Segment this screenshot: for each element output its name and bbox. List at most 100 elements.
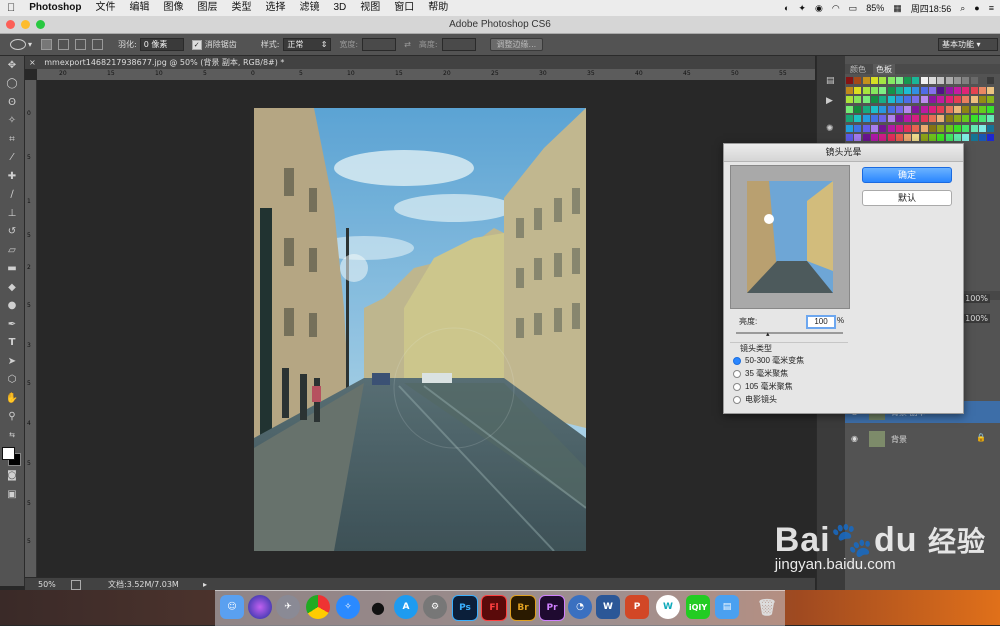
- color-swatch[interactable]: [912, 77, 920, 84]
- radio-icon[interactable]: [733, 382, 741, 391]
- color-swatch[interactable]: [970, 115, 978, 122]
- color-swatch[interactable]: [879, 105, 887, 113]
- radio-selected-icon[interactable]: [733, 356, 741, 365]
- new-selection-icon[interactable]: [41, 39, 53, 50]
- brightness-slider[interactable]: [736, 332, 843, 334]
- color-swatch[interactable]: [895, 115, 903, 122]
- intersect-selection-icon[interactable]: [92, 39, 104, 50]
- flare-preview[interactable]: +: [730, 165, 850, 309]
- color-swatch[interactable]: [846, 86, 853, 94]
- battery-icon[interactable]: ▭: [849, 3, 858, 14]
- flag-icon[interactable]: ▦: [893, 3, 902, 14]
- launchpad-icon[interactable]: ✈: [276, 595, 300, 619]
- menu-type[interactable]: 类型: [224, 0, 258, 16]
- color-swatch[interactable]: [879, 86, 887, 94]
- color-swatch[interactable]: [870, 77, 878, 84]
- color-swatch[interactable]: [904, 77, 912, 84]
- color-swatch[interactable]: [912, 134, 920, 141]
- color-swatch[interactable]: [978, 105, 986, 113]
- flare-center-crosshair-icon[interactable]: +: [767, 213, 772, 222]
- color-swatch[interactable]: [945, 105, 953, 113]
- color-swatch[interactable]: [912, 96, 920, 103]
- trash-icon[interactable]: 🗑: [755, 595, 779, 619]
- color-swatch[interactable]: [962, 77, 970, 84]
- wifi-icon[interactable]: ◠: [832, 3, 840, 14]
- menu-image[interactable]: 图像: [156, 0, 190, 16]
- color-swatch[interactable]: [937, 96, 945, 103]
- color-swatch[interactable]: [887, 134, 895, 141]
- color-swatch[interactable]: [879, 77, 887, 84]
- color-swatch[interactable]: [937, 86, 945, 94]
- zoom-window-icon[interactable]: [36, 20, 45, 29]
- word-icon[interactable]: W: [596, 595, 620, 619]
- color-swatch[interactable]: [920, 96, 928, 103]
- color-swatch[interactable]: [920, 124, 928, 132]
- vertical-ruler[interactable]: 0 5 1 5 2 5 3 5 4 5 5 5: [25, 80, 37, 577]
- lens-option-movie[interactable]: 电影镜头: [733, 394, 777, 405]
- dropdown-arrow-icon[interactable]: ▾: [28, 40, 32, 49]
- eraser-tool-icon[interactable]: ▱: [0, 241, 24, 260]
- color-swatch[interactable]: [953, 134, 961, 141]
- radio-icon[interactable]: [733, 395, 741, 404]
- color-swatch[interactable]: [945, 86, 953, 94]
- export-icon[interactable]: [71, 580, 81, 590]
- color-swatch[interactable]: [945, 134, 953, 141]
- ellipse-marquee-tool-icon[interactable]: ◯: [0, 75, 24, 94]
- color-swatch[interactable]: [862, 115, 870, 122]
- history-brush-tool-icon[interactable]: ↺: [0, 223, 24, 242]
- actions-play-icon[interactable]: ▶: [826, 96, 833, 106]
- move-tool-icon[interactable]: ✥: [0, 56, 24, 75]
- ok-button[interactable]: 确定: [862, 167, 952, 183]
- color-swatch[interactable]: [978, 115, 986, 122]
- color-swatch[interactable]: [895, 134, 903, 141]
- color-swatch[interactable]: [937, 105, 945, 113]
- tab-swatches[interactable]: 色板: [873, 64, 895, 75]
- siri-icon[interactable]: ●: [974, 3, 979, 13]
- quick-mask-icon[interactable]: ◙: [0, 467, 24, 486]
- qq-icon[interactable]: ●: [366, 595, 390, 619]
- color-swatch[interactable]: [846, 124, 853, 132]
- color-swatch[interactable]: [912, 86, 920, 94]
- path-selection-tool-icon[interactable]: ➤: [0, 352, 24, 371]
- color-swatch[interactable]: [870, 86, 878, 94]
- color-swatch[interactable]: [978, 86, 986, 94]
- color-swatch[interactable]: [920, 134, 928, 141]
- color-swatch[interactable]: [862, 124, 870, 132]
- color-swatch[interactable]: [978, 96, 986, 103]
- color-swatch[interactable]: [870, 115, 878, 122]
- color-swatch[interactable]: [929, 115, 936, 122]
- screen-mode-icon[interactable]: ▣: [0, 485, 24, 504]
- close-window-icon[interactable]: [6, 20, 15, 29]
- color-swatch[interactable]: [870, 134, 878, 141]
- eyedropper-tool-icon[interactable]: ⁄: [0, 149, 24, 168]
- gradient-tool-icon[interactable]: ▬: [0, 260, 24, 279]
- subtract-selection-icon[interactable]: [75, 39, 87, 50]
- swatches-grid[interactable]: [845, 76, 1000, 146]
- color-swatch[interactable]: [920, 77, 928, 84]
- color-swatch[interactable]: [862, 96, 870, 103]
- color-swatch[interactable]: [987, 96, 995, 103]
- appstore-icon[interactable]: A: [394, 595, 418, 619]
- color-swatch[interactable]: [904, 96, 912, 103]
- color-swatch[interactable]: [879, 96, 887, 103]
- lasso-tool-icon[interactable]: ʘ: [0, 93, 24, 112]
- menu-filter[interactable]: 滤镜: [292, 0, 326, 16]
- color-swatch[interactable]: [929, 96, 936, 103]
- radio-icon[interactable]: [733, 369, 741, 378]
- crop-tool-icon[interactable]: ⌗: [0, 130, 24, 149]
- color-swatch[interactable]: [953, 77, 961, 84]
- color-swatch[interactable]: [970, 77, 978, 84]
- premiere-icon[interactable]: Pr: [539, 595, 565, 621]
- color-swatch[interactable]: [846, 77, 853, 84]
- siri-icon[interactable]: [248, 595, 272, 619]
- fill-value[interactable]: 100%: [963, 314, 990, 323]
- layer-name[interactable]: 背景: [891, 434, 907, 445]
- color-swatch[interactable]: [962, 96, 970, 103]
- browser-icon[interactable]: ◔: [568, 595, 592, 619]
- color-swatch[interactable]: [887, 96, 895, 103]
- brush-tool-icon[interactable]: ∕: [0, 186, 24, 205]
- color-swatch[interactable]: [904, 115, 912, 122]
- flash-icon[interactable]: Fl: [481, 595, 507, 621]
- color-swatch[interactable]: [862, 77, 870, 84]
- color-swatch[interactable]: [912, 105, 920, 113]
